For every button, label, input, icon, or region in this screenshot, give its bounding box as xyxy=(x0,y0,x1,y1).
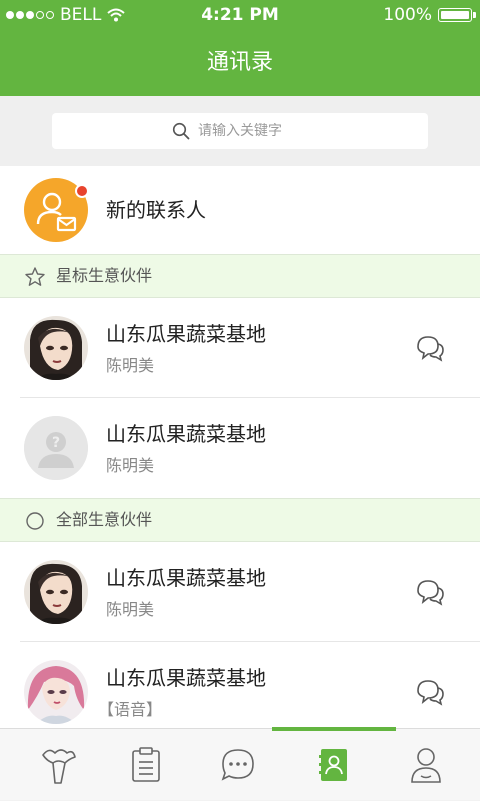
contact-company: 山东瓜果蔬菜基地 xyxy=(106,566,266,590)
contact-person: 陈明美 xyxy=(106,456,155,475)
section-starred-partners: 星标生意伙伴 xyxy=(0,254,480,298)
tab-bar xyxy=(0,727,480,801)
contact-row[interactable]: 山东瓜果蔬菜基地 陈明美 xyxy=(0,298,480,398)
search-icon xyxy=(172,122,190,140)
circle-icon xyxy=(26,512,44,530)
section-label: 全部生意伙伴 xyxy=(56,510,153,529)
search-input[interactable] xyxy=(198,123,308,139)
notification-badge xyxy=(75,184,89,198)
vegetable-icon xyxy=(42,749,76,784)
svg-text:?: ? xyxy=(52,435,60,451)
contact-row[interactable]: 山东瓜果蔬菜基地 【语音】 xyxy=(0,642,480,728)
contact-person: 陈明美 xyxy=(106,600,155,619)
contact-last-message: 【语音】 xyxy=(98,700,163,719)
chat-icon[interactable] xyxy=(414,577,446,607)
contacts-icon xyxy=(319,749,347,781)
avatar-placeholder: ? xyxy=(24,416,88,480)
app-header: BELL 4:21 PM 100% 通讯录 xyxy=(0,0,480,96)
search-area xyxy=(0,96,480,166)
search-box[interactable] xyxy=(52,113,428,149)
new-contact-row[interactable]: 新的联系人 xyxy=(0,166,480,254)
contact-row[interactable]: 山东瓜果蔬菜基地 陈明美 xyxy=(0,542,480,642)
tab-home[interactable] xyxy=(10,729,106,801)
battery-percent: 100% xyxy=(383,5,432,25)
contact-list: 新的联系人 星标生意伙伴 山东瓜果蔬菜基地 陈明美 ? 山东瓜果蔬菜基地 陈明美… xyxy=(0,166,480,728)
contact-company: 山东瓜果蔬菜基地 xyxy=(106,422,266,446)
avatar xyxy=(24,560,88,624)
page-title: 通讯录 xyxy=(206,50,273,75)
profile-icon xyxy=(411,748,441,783)
contact-company: 山东瓜果蔬菜基地 xyxy=(106,666,266,690)
status-bar: BELL 4:21 PM 100% xyxy=(0,0,480,30)
avatar xyxy=(24,316,88,380)
section-all-partners: 全部生意伙伴 xyxy=(0,498,480,542)
avatar xyxy=(24,660,88,724)
tab-messages[interactable] xyxy=(190,729,286,801)
tab-profile[interactable] xyxy=(378,729,474,801)
chat-icon[interactable] xyxy=(414,677,446,707)
star-icon xyxy=(25,267,45,286)
tab-contacts[interactable] xyxy=(272,727,396,801)
clipboard-icon xyxy=(132,747,160,782)
contact-row[interactable]: ? 山东瓜果蔬菜基地 陈明美 xyxy=(0,398,480,498)
tab-orders[interactable] xyxy=(98,729,194,801)
section-label: 星标生意伙伴 xyxy=(56,266,153,285)
new-contact-label: 新的联系人 xyxy=(106,198,206,222)
contact-person: 陈明美 xyxy=(106,356,155,375)
battery-icon xyxy=(438,8,476,22)
message-icon xyxy=(221,749,254,781)
chat-icon[interactable] xyxy=(414,333,446,363)
contact-company: 山东瓜果蔬菜基地 xyxy=(106,322,266,346)
